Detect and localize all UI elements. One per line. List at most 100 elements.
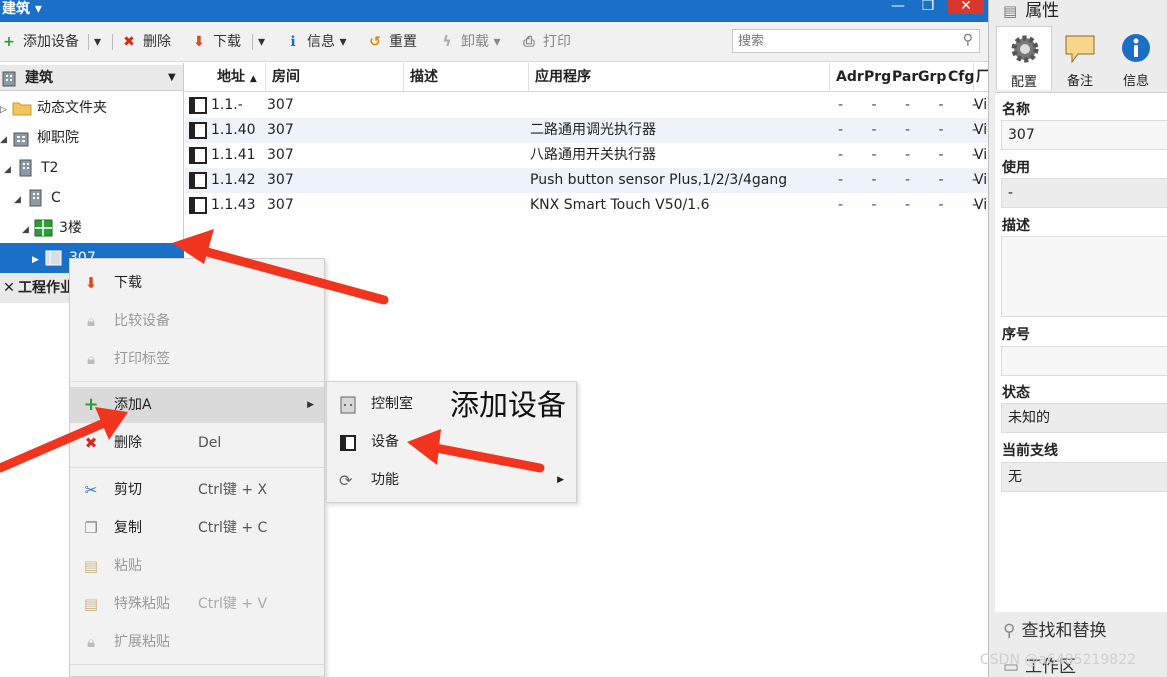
download-label: 下载 (213, 34, 241, 50)
collapse-icon[interactable]: ◢ (0, 125, 12, 155)
menu-separator (70, 467, 324, 468)
cell-application: 八路通用开关执行器 (530, 147, 656, 163)
close-icon[interactable]: ✕ (948, 0, 984, 14)
tab-notes[interactable]: 备注 (1052, 26, 1108, 90)
expand-icon[interactable]: ▷ (0, 95, 12, 125)
column-header-description[interactable]: 描述 (404, 63, 529, 92)
description-field[interactable] (1001, 236, 1167, 317)
menu-item-paste[interactable]: ▤ 粘贴 (70, 548, 324, 584)
column-header-cfg[interactable]: Cfg (946, 63, 974, 92)
add-device-button[interactable]: + 添加设备 (0, 31, 79, 53)
restore-icon[interactable]: ❐ (914, 0, 942, 14)
menu-item-add[interactable]: + 添加A ▶ (70, 387, 324, 423)
delete-label: 删除 (143, 34, 171, 50)
info-label: 信息 (307, 34, 335, 50)
lock-icon: 🔒︎ (87, 312, 95, 330)
cabinet-icon (340, 396, 356, 414)
find-replace-section[interactable]: ⚲ 查找和替换 (1003, 616, 1106, 646)
tree-item-c[interactable]: ◢ C (14, 183, 61, 213)
current-line-field[interactable]: 无 (1001, 462, 1167, 492)
tree-item-dynamic-folder[interactable]: ▷ 动态文件夹 (0, 93, 107, 123)
column-header-room[interactable]: 房间 (266, 63, 404, 92)
tree-item-floor-3[interactable]: ◢ 3楼 (22, 213, 82, 243)
usage-field[interactable]: - (1001, 178, 1167, 208)
info-icon (1122, 34, 1150, 62)
download-button[interactable]: ⬇ 下载 (190, 31, 241, 53)
add-device-dropdown[interactable]: ▾ (94, 31, 101, 53)
table-row[interactable]: 1.1.41 307 八路通用开关执行器 - - - - - Vie (185, 143, 996, 168)
column-header-application[interactable]: 应用程序 (529, 63, 830, 92)
cell-application: KNX Smart Touch V50/1.6 (530, 197, 710, 213)
info-button[interactable]: ℹ 信息 ▾ (284, 31, 346, 53)
table-row[interactable]: 1.1.40 307 二路通用调光执行器 - - - - - Vie (185, 118, 996, 143)
menu-item-delete[interactable]: ✖ 删除 Del (70, 425, 324, 461)
table-row[interactable]: 1.1.43 307 KNX Smart Touch V50/1.6 - - -… (185, 193, 996, 218)
search-input[interactable] (733, 30, 943, 52)
tab-info[interactable]: 信息 (1108, 26, 1164, 90)
table-header: 地址 ▲ 房间 描述 应用程序 Adr Prg Par Grp Cfg 厂 (185, 63, 990, 92)
collapse-icon[interactable]: ◢ (22, 215, 34, 245)
print-button[interactable]: ⎙ 打印 (520, 31, 571, 53)
speech-bubble-icon (1065, 35, 1095, 64)
column-header-par[interactable]: Par (888, 63, 918, 92)
toolbar-separator (252, 34, 253, 50)
menu-item-label: 下载 (114, 275, 142, 291)
tree-item-t2[interactable]: ◢ T2 (4, 153, 58, 183)
status-field[interactable]: 未知的 (1001, 403, 1167, 433)
table-row[interactable]: 1.1.- 307 - - - - - Vie (185, 93, 996, 118)
tree-item-label: C (51, 190, 61, 206)
menu-item-compare-device[interactable]: 🔒︎ 比较设备 (70, 303, 324, 339)
refresh-icon: ⟳ (339, 471, 353, 490)
cell-address: 1.1.41 (211, 147, 256, 163)
search-icon: ⚲ (1003, 621, 1016, 641)
tree-item-campus[interactable]: ◢ 柳职院 (0, 123, 79, 153)
column-header-adr[interactable]: Adr (830, 63, 864, 92)
submenu-item-function[interactable]: ⟳ 功能 ▶ (327, 462, 576, 499)
expand-icon[interactable]: ▶ (32, 245, 44, 275)
tree-footer-label: 工程作业 (18, 280, 74, 296)
delete-button[interactable]: ✖ 删除 (120, 31, 171, 53)
tree-header[interactable]: 建筑 ▼ (0, 65, 183, 91)
print-label: 打印 (543, 34, 571, 50)
download-icon: ⬇ (193, 34, 205, 50)
menu-item-download[interactable]: ⬇ 下载 (70, 265, 324, 301)
cell-flags: - - - - - (838, 122, 990, 138)
menu-item-label: 复制 (114, 520, 142, 536)
download-dropdown[interactable]: ▾ (258, 31, 265, 53)
menu-item-cut[interactable]: ✂ 剪切 Ctrl键 + X (70, 472, 324, 508)
chevron-down-icon[interactable]: ▼ (168, 65, 176, 91)
column-header-grp[interactable]: Grp (916, 63, 946, 92)
submenu-item-label: 设备 (371, 434, 399, 450)
plus-icon: + (83, 394, 99, 415)
column-header-manufacturer[interactable]: 厂 (974, 63, 990, 92)
name-field[interactable]: 307 (1001, 120, 1167, 150)
menu-item-shortcut: Ctrl键 + C (198, 520, 268, 536)
menu-item-label: 打印标签 (114, 351, 170, 367)
column-header-address[interactable]: 地址 ▲ (211, 63, 266, 92)
search-icon[interactable]: ⚲ (963, 32, 973, 48)
menu-item-paste-extended[interactable]: 🔒︎ 扩展粘贴 (70, 624, 324, 660)
device-icon (189, 97, 207, 114)
delete-x-icon: ✖ (84, 434, 98, 452)
folder-icon (12, 102, 32, 116)
reset-button[interactable]: ↺ 重置 (366, 31, 417, 53)
current-line-value: 无 (1008, 469, 1022, 485)
submenu-item-device[interactable]: 设备 (327, 424, 576, 461)
menu-item-paste-special[interactable]: ▤ 特殊粘贴 Ctrl键 + V (70, 586, 324, 622)
cell-application: Push button sensor Plus,1/2/3/4gang (530, 172, 788, 188)
clipboard-icon: ▤ (83, 557, 99, 575)
minimize-icon[interactable]: — (884, 0, 912, 14)
menu-item-print-label[interactable]: 🔒︎ 打印标签 (70, 341, 324, 377)
unload-label: 卸载 (461, 34, 489, 50)
unload-button[interactable]: ϟ 卸载 ▾ (438, 31, 500, 53)
submenu-item-label: 控制室 (371, 396, 413, 412)
properties-title: ▤ 属性 (1003, 0, 1059, 22)
name-value: 307 (1008, 127, 1035, 143)
table-row[interactable]: 1.1.42 307 Push button sensor Plus,1/2/3… (185, 168, 996, 193)
menu-item-copy[interactable]: ❐ 复制 Ctrl键 + C (70, 510, 324, 546)
serial-number-field[interactable] (1001, 346, 1167, 376)
column-header-prg[interactable]: Prg (860, 63, 891, 92)
collapse-icon[interactable]: ◢ (4, 155, 16, 185)
tab-config[interactable]: 配置 (996, 26, 1052, 90)
collapse-icon[interactable]: ◢ (14, 185, 26, 215)
